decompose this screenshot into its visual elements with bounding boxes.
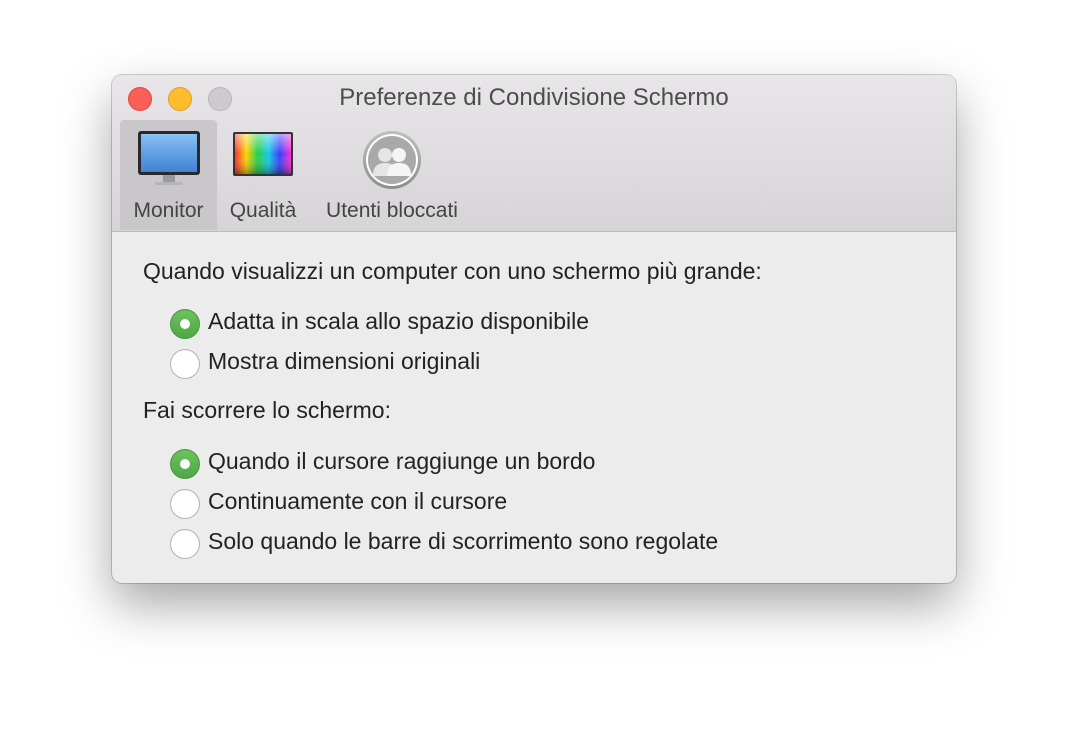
- toolbar-label-monitor: Monitor: [133, 199, 204, 222]
- radio-button-selected[interactable]: [170, 449, 200, 479]
- toolbar-tab-monitor[interactable]: Monitor: [120, 120, 217, 230]
- toolbar-label-quality: Qualità: [229, 199, 297, 222]
- radio-button[interactable]: [170, 349, 200, 379]
- radio-label: Continuamente con il cursore: [208, 488, 508, 514]
- radio-button[interactable]: [170, 489, 200, 519]
- display-section-heading: Quando visualizzi un computer con uno sc…: [143, 258, 762, 284]
- scroll-section-heading: Fai scorrere lo schermo:: [143, 397, 391, 423]
- title-toolbar: Preferenze di Condivisione Schermo Monit…: [112, 75, 956, 232]
- monitor-icon: [137, 130, 201, 193]
- monitor-pane: Quando visualizzi un computer con uno sc…: [112, 232, 956, 583]
- window-title: Preferenze di Condivisione Schermo: [339, 84, 729, 111]
- toolbar-tab-blocked-users[interactable]: Utenti bloccati: [312, 120, 472, 230]
- radio-button[interactable]: [170, 529, 200, 559]
- radio-label: Solo quando le barre di scorrimento sono…: [208, 528, 719, 554]
- color-quality-icon: [232, 130, 294, 183]
- radio-label: Adatta in scala allo spazio disponibile: [208, 308, 590, 334]
- radio-button-selected[interactable]: [170, 309, 200, 339]
- users-group-icon: [362, 130, 422, 195]
- radio-label: Mostra dimensioni originali: [208, 348, 481, 374]
- preferences-window: Preferenze di Condivisione Schermo Monit…: [112, 75, 956, 583]
- toolbar-label-blocked-users: Utenti bloccati: [326, 199, 458, 222]
- toolbar-tab-quality[interactable]: Qualità: [220, 120, 306, 230]
- radio-label: Quando il cursore raggiunge un bordo: [208, 448, 596, 474]
